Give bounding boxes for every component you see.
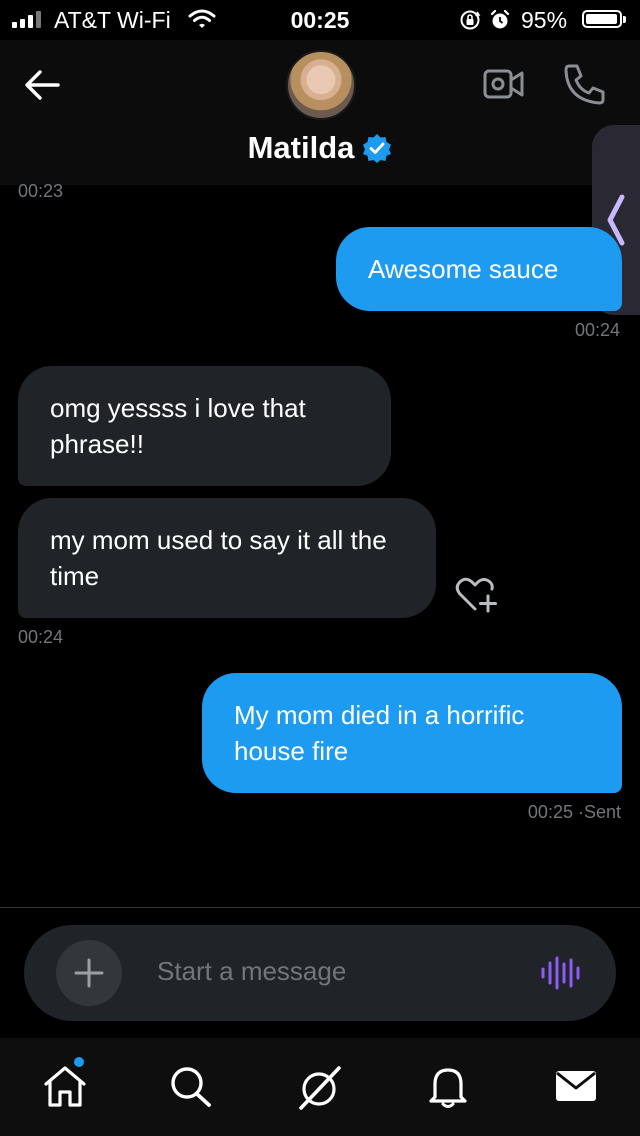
verified-badge-icon [363, 134, 392, 163]
message-timestamp: 00:24 [18, 627, 64, 647]
home-icon[interactable] [42, 1064, 88, 1108]
avatar[interactable] [286, 50, 356, 120]
status-bar: AT&T Wi-Fi 00:25 95% [0, 0, 640, 40]
message-timestamp: 00:24 [574, 320, 620, 340]
message-input[interactable]: Start a message [157, 956, 346, 987]
add-reaction-heart-icon[interactable] [455, 576, 499, 614]
home-notification-badge [74, 1057, 84, 1067]
conversation-header: Matilda [0, 40, 640, 315]
back-arrow-icon[interactable] [20, 65, 64, 105]
orientation-lock-icon [460, 10, 481, 30]
bell-icon[interactable] [426, 1064, 470, 1108]
incoming-message[interactable]: omg yessss i love that phrase!! [18, 366, 391, 486]
search-icon[interactable] [168, 1064, 214, 1108]
add-attachment-button[interactable] [56, 940, 122, 1006]
battery-percent: 95% [521, 7, 568, 33]
contact-title[interactable]: Matilda [0, 130, 640, 166]
battery-icon [582, 10, 626, 28]
voice-message-icon[interactable] [540, 955, 580, 991]
mail-icon[interactable] [553, 1064, 599, 1108]
video-call-icon[interactable] [483, 67, 525, 101]
message-timestamp: 00:25 [527, 802, 573, 822]
outgoing-message[interactable]: My mom died in a horrific house fire [202, 673, 622, 793]
divider [0, 907, 640, 908]
message-status: 00:25 ·Sent [527, 802, 621, 822]
incoming-message[interactable]: my mom used to say it all the time [18, 498, 436, 618]
message-timestamp: 00:23 [18, 181, 64, 201]
contact-name: Matilda [247, 130, 355, 165]
alarm-icon [490, 9, 510, 29]
plus-icon [74, 958, 104, 988]
message-composer[interactable]: Start a message [24, 925, 616, 1021]
phone-call-icon[interactable] [563, 62, 607, 106]
sent-status: Sent [583, 802, 621, 822]
tab-bar [0, 1038, 640, 1136]
outgoing-message[interactable]: Awesome sauce [336, 227, 622, 311]
grok-icon[interactable] [295, 1064, 345, 1112]
